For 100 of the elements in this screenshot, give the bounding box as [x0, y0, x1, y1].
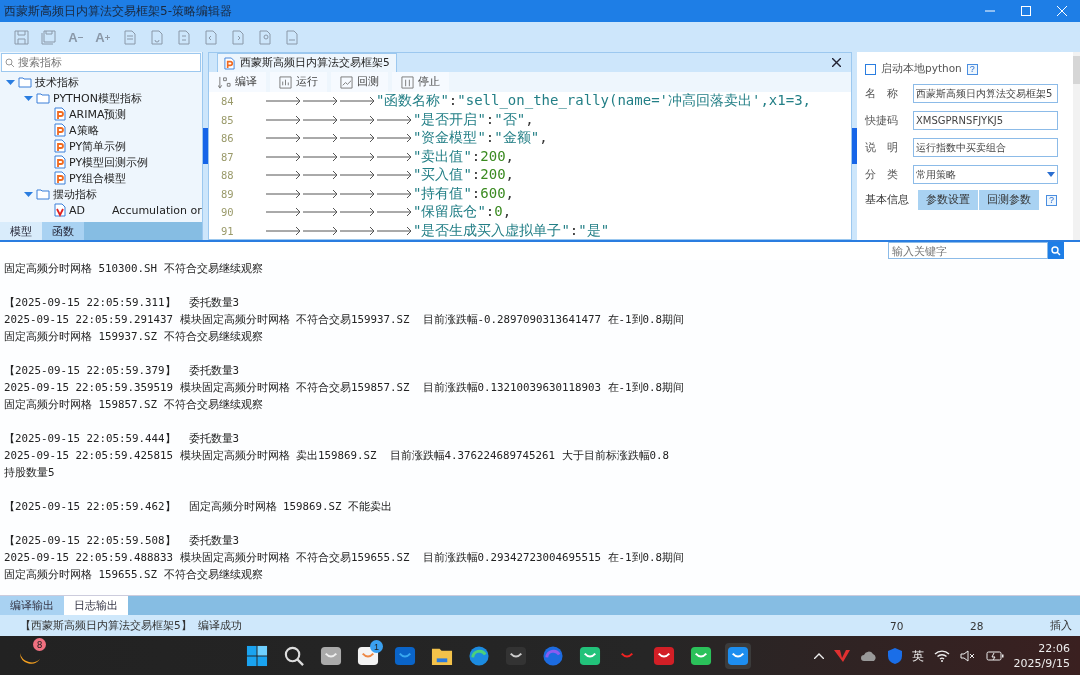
search-field[interactable]: 搜索指标	[1, 53, 201, 72]
help-button[interactable]: ?	[1046, 194, 1057, 206]
panel-tab[interactable]: 函数	[42, 222, 84, 240]
log-line: 【2025-09-15 22:05:59.311】 委托数量3	[4, 295, 240, 311]
input-field[interactable]: XMSGPRNSFJYKJ5	[913, 111, 1058, 130]
log-line: 【2025-09-15 22:05:59.462】 固定高频分时网格 159869.SZ 不能卖出	[4, 499, 393, 515]
tab-arrow-icon	[376, 170, 413, 181]
battery-icon[interactable]	[985, 650, 1004, 662]
tab-arrow-icon	[265, 96, 302, 107]
tree-item-description: Accumulation or	[112, 203, 202, 217]
search-field[interactable]: 输入关键字	[888, 242, 1048, 259]
tree-item[interactable]: A策略	[69, 122, 99, 138]
clock-date[interactable]: 2025/9/15	[1013, 656, 1070, 671]
python-file-icon	[54, 139, 66, 153]
checkbox[interactable]	[865, 63, 876, 75]
shield-icon[interactable]	[887, 648, 902, 664]
panel-tab[interactable]: 模型	[0, 222, 42, 240]
expanded-arrow-icon[interactable]	[24, 189, 33, 199]
tab-arrow-icon	[376, 207, 413, 218]
caret-icon	[1047, 172, 1055, 177]
checkbox-label: 启动本地python	[881, 62, 962, 76]
input-method-indicator[interactable]: 英	[911, 647, 924, 665]
notification-badge: 8	[33, 638, 46, 651]
tab-arrow-icon	[339, 151, 376, 162]
tree-item[interactable]: AD	[69, 203, 85, 217]
tree-item[interactable]: PYTHON模型指标	[53, 90, 142, 106]
tree-item[interactable]: 摆动指标	[53, 186, 97, 202]
line-number: 85	[220, 113, 235, 126]
log-line: 固定高频分时网格 159937.SZ 不符合交易继续观察	[4, 329, 264, 345]
code-text: "买入值":200,	[413, 166, 515, 185]
tab-arrow-icon	[339, 114, 376, 125]
python-file-icon	[54, 171, 66, 185]
tab-arrow-icon	[302, 225, 339, 236]
log-line: 2025-09-15 22:05:59.488833 模块固定高频分时网格 不符合交易159655.SZ 目前涨跌幅0.29342723004695515 在-1到0.8期间	[4, 550, 686, 566]
tab-arrow-icon	[376, 114, 413, 125]
tab-arrow-icon	[339, 170, 376, 181]
wifi-icon[interactable]	[933, 650, 950, 662]
log-line: 2025-09-15 22:05:59.425815 模块固定高频分时网格 卖出159869.SZ 目前涨跌幅4.376224689745261 大于目前标涨跌幅0.8	[4, 448, 671, 464]
help-button[interactable]: ?	[966, 63, 978, 75]
taskbar-app-icon[interactable]	[244, 643, 270, 669]
log-line: 固定高频分时网格 159857.SZ 不符合交易继续观察	[4, 397, 264, 413]
tree-item[interactable]: ARIMA预测	[69, 106, 127, 122]
line-number: 88	[220, 169, 235, 182]
tree-item[interactable]: PY模型回测示例	[69, 154, 149, 170]
tab-arrow-icon	[302, 151, 339, 162]
expanded-arrow-icon[interactable]	[24, 93, 33, 103]
tree-item[interactable]: PY简单示例	[69, 138, 127, 154]
output-tab[interactable]: 编译输出	[0, 596, 64, 615]
muted-speaker-icon[interactable]	[959, 650, 976, 662]
notification-badge: 1	[370, 640, 383, 653]
line-number: 84	[220, 95, 235, 108]
maximize-icon[interactable]	[1021, 6, 1031, 16]
panel-tab[interactable]: 回测参数	[979, 190, 1039, 210]
window-title: 西蒙斯高频日内算法交易框架5-策略编辑器	[3, 2, 233, 20]
search-button[interactable]	[1048, 242, 1064, 259]
formula-file-icon	[54, 203, 66, 217]
python-file-icon	[54, 107, 66, 121]
input-field[interactable]: 西蒙斯高频日内算法交易框架5	[913, 84, 1058, 103]
chevron-up-icon[interactable]	[813, 653, 824, 659]
cloud-icon[interactable]	[859, 650, 878, 662]
field-label: 分 类	[865, 167, 899, 182]
stop-icon	[401, 75, 414, 89]
category-dropdown[interactable]: 常用策略	[913, 165, 1058, 184]
run-icon	[279, 75, 292, 89]
clock-time[interactable]: 22:06	[1038, 641, 1070, 656]
tree-item[interactable]: 技术指标	[35, 74, 79, 90]
line-number: 87	[220, 150, 235, 163]
taskbar-app-icon[interactable]	[725, 643, 751, 669]
tab-arrow-icon	[376, 225, 413, 236]
collapse-handle[interactable]	[852, 128, 857, 164]
tab-arrow-icon	[339, 225, 376, 236]
python-file-icon	[54, 123, 66, 137]
line-number: 86	[220, 132, 235, 145]
tab-arrow-icon	[376, 133, 413, 144]
expanded-arrow-icon[interactable]	[6, 77, 15, 87]
line-number: 91	[220, 224, 235, 237]
collapse-handle[interactable]	[203, 128, 208, 164]
folder-icon	[36, 92, 50, 104]
field-label: 快捷码	[865, 113, 899, 128]
output-tab[interactable]: 日志输出	[64, 596, 128, 615]
scrollbar-thumb[interactable]	[1073, 56, 1080, 84]
tab-arrow-icon	[265, 170, 302, 181]
input-field[interactable]: 运行指数中买卖组合	[913, 138, 1058, 157]
tab-arrow-icon	[302, 114, 339, 125]
code-text: "资金模型":"金额",	[413, 129, 548, 148]
tab-arrow-icon	[302, 96, 339, 107]
tab-arrow-icon	[302, 170, 339, 181]
close-icon[interactable]	[832, 58, 841, 67]
log-line: 【2025-09-15 22:05:59.444】 委托数量3	[4, 431, 240, 447]
tree-item[interactable]: PY组合模型	[69, 170, 127, 186]
tab-arrow-icon	[339, 96, 376, 107]
panel-tab[interactable]: 参数设置	[918, 190, 978, 210]
app-tray-icon[interactable]	[833, 649, 850, 663]
insert-mode-status: 插入	[1050, 618, 1073, 633]
tab-arrow-icon	[339, 188, 376, 199]
tab-arrow-icon	[339, 207, 376, 218]
field-label: 说 明	[865, 140, 899, 155]
editor-tab[interactable]: 西蒙斯高频日内算法交易框架5	[217, 53, 397, 72]
tab-arrow-icon	[376, 188, 413, 199]
python-file-icon	[54, 155, 66, 169]
